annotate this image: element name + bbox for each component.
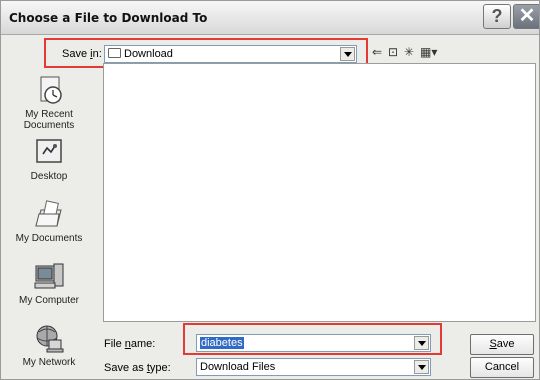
- new-folder-icon[interactable]: ✳: [404, 46, 414, 58]
- place-recent-documents[interactable]: My Recent Documents: [6, 76, 92, 131]
- highlight-box-file-name: [183, 323, 442, 355]
- place-desktop[interactable]: Desktop: [6, 138, 92, 182]
- help-button[interactable]: ?: [483, 4, 511, 29]
- place-my-documents[interactable]: My Documents: [6, 200, 92, 244]
- save-button[interactable]: Save: [470, 334, 534, 355]
- place-label: My Documents: [15, 233, 83, 244]
- cancel-button[interactable]: Cancel: [470, 357, 534, 378]
- my-documents-icon: [33, 200, 65, 230]
- dialog-title: Choose a File to Download To: [9, 11, 208, 25]
- place-label: Desktop: [30, 171, 68, 182]
- chevron-down-icon[interactable]: [414, 360, 429, 374]
- place-label: My Computer: [18, 295, 79, 306]
- file-list-view[interactable]: [103, 63, 536, 322]
- save-as-type-label: Save as type:: [104, 362, 171, 374]
- close-button[interactable]: ✕: [513, 4, 539, 29]
- place-my-computer[interactable]: My Computer: [6, 262, 92, 306]
- recent-documents-icon: [33, 76, 65, 106]
- place-label: My Recent Documents: [23, 109, 75, 131]
- place-my-network[interactable]: My Network: [6, 324, 92, 368]
- my-network-icon: [33, 324, 65, 354]
- save-as-type-value: Download Files: [200, 361, 276, 373]
- back-arrow-icon[interactable]: ⇐: [372, 46, 382, 58]
- save-as-type-dropdown[interactable]: Download Files: [196, 358, 431, 376]
- my-computer-icon: [33, 262, 65, 292]
- places-bar: My Recent Documents Desktop My Documents…: [6, 68, 92, 379]
- file-name-label: File name:: [104, 338, 156, 350]
- up-folder-icon[interactable]: ⊡: [388, 46, 398, 58]
- view-menu-icon[interactable]: ▦▾: [420, 46, 437, 58]
- title-bar[interactable]: Choose a File to Download To ? ✕: [1, 1, 539, 35]
- place-label: My Network: [22, 357, 76, 368]
- save-file-dialog: Choose a File to Download To ? ✕ Save in…: [0, 0, 540, 380]
- desktop-icon: [33, 138, 65, 168]
